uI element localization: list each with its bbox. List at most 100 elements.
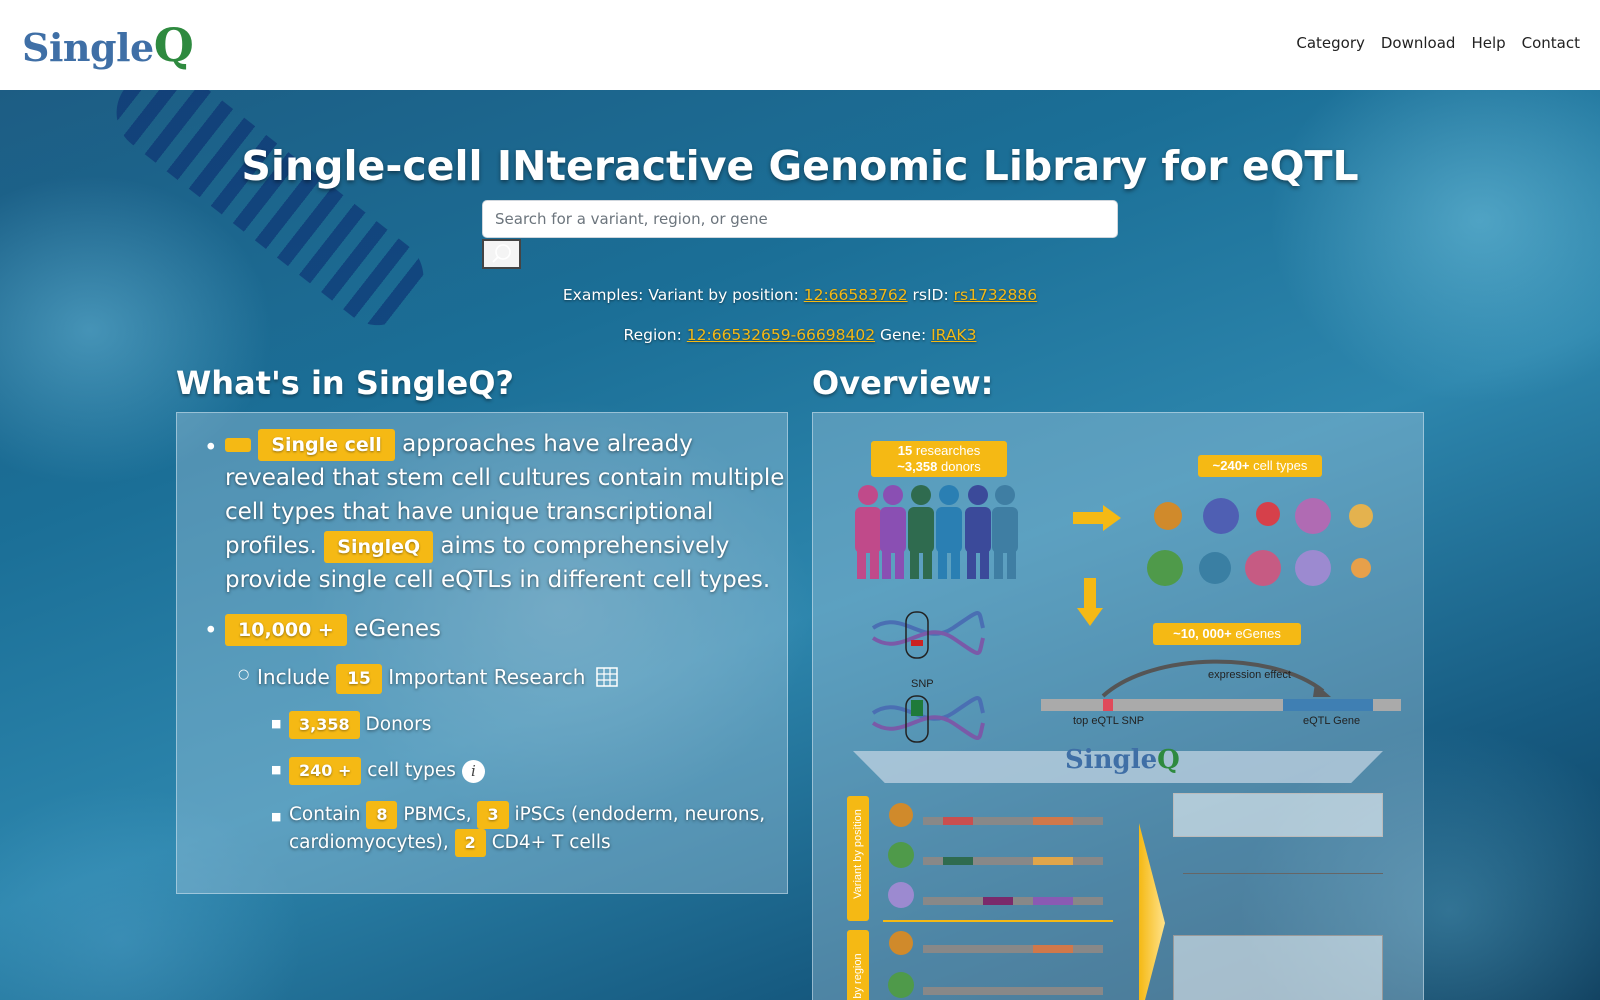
table-icon[interactable] (596, 667, 618, 687)
egenes-badge: 10,000 + (225, 614, 347, 646)
contain-item: Contain 8 PBMCs, 3 iPSCs (endoderm, neur… (289, 801, 769, 857)
donors-badge: 3,358 (289, 711, 360, 739)
gene-track-thumbnail (1183, 873, 1383, 913)
include-label: Important Research (388, 665, 586, 689)
celltypes-text: cell types (1253, 458, 1308, 473)
title-rest-4: ibrary for (1008, 142, 1242, 190)
title-bold-1: S (241, 142, 271, 190)
donors-item: 3,358 Donors (289, 711, 431, 739)
egenes-item: 10,000 + eGenes (225, 612, 441, 646)
search-input[interactable] (482, 200, 1118, 238)
example-variant-link[interactable]: 12:66583762 (804, 286, 908, 304)
overview-diagram: 15 researches ~3,358 donors ~240+ cell t… (812, 412, 1424, 1000)
snp-label: SNP (911, 678, 934, 690)
egenes-label: eGenes (354, 616, 442, 642)
locus-plot-thumbnail (1173, 935, 1383, 1000)
singleq-badge: SingleQ (324, 531, 434, 563)
sub-bullet-square: ■ (271, 763, 282, 776)
title-bold-5: eQ (1241, 142, 1305, 190)
arrow-down-icon (1077, 578, 1103, 626)
logo[interactable]: SingleQ (22, 18, 194, 72)
example-gene-link[interactable]: IRAK3 (931, 326, 976, 344)
gene-label: Gene: (880, 326, 927, 344)
celltypes-item: 240 + cell types i (289, 757, 485, 785)
position-side-label: Variant by position (852, 809, 864, 899)
researchers-donors-label: 15 researches ~3,358 donors (871, 441, 1007, 477)
examples-line-variant: Examples: Variant by position: 12:665837… (0, 286, 1600, 304)
title-rest-2: teractive (546, 142, 769, 190)
pbmc-count-badge: 8 (366, 801, 398, 829)
cell-types-icon (1147, 498, 1373, 586)
nav-contact-link[interactable]: Contact (1522, 34, 1580, 52)
example-region-link[interactable]: 12:66532659-66698402 (687, 326, 875, 344)
result-wedge (1139, 823, 1165, 1000)
page-title: Single-cell INteractive Genomic Library … (0, 142, 1600, 190)
celltypes-count: ~240+ (1212, 458, 1250, 473)
title-bold-4: L (982, 142, 1009, 190)
expression-effect-label: expression effect (1208, 669, 1291, 681)
bullet-dot: • (204, 435, 218, 461)
banner-logo: SingleQ (1065, 745, 1180, 775)
banner-logo-q: Q (1157, 745, 1180, 775)
search-button[interactable] (482, 239, 521, 269)
donors-label: Donors (365, 714, 432, 735)
search-icon (491, 244, 511, 263)
examples-prefix: Examples: Variant by position: (562, 286, 799, 304)
egenes-text: eGenes (1235, 626, 1281, 641)
donors-people-icon (855, 485, 1018, 579)
donors-text: donors (941, 459, 981, 474)
nav-download-link[interactable]: Download (1381, 34, 1456, 52)
egenes-label: ~10, 000+ eGenes (1153, 623, 1301, 645)
whats-in-heading: What's in SingleQ? (176, 364, 514, 402)
region-side-tab: by region (847, 930, 869, 1000)
include-item: Include 15 Important Research (257, 662, 618, 694)
manhattan-plot-thumbnail (1173, 793, 1383, 837)
title-rest-1: ingle-cell (270, 142, 497, 190)
title-rest-5: TL (1304, 142, 1359, 190)
egenes-count: ~10, 000+ (1173, 626, 1232, 641)
nav-help-link[interactable]: Help (1471, 34, 1505, 52)
example-rsid-link[interactable]: rs1732886 (954, 286, 1037, 304)
position-side-tab: Variant by position (847, 796, 869, 921)
small-empty-badge (225, 437, 251, 452)
researchers-text: researches (915, 443, 981, 458)
cd4-count-badge: 2 (454, 829, 486, 857)
research-count-badge: 15 (336, 664, 382, 694)
donors-count: ~3,358 (897, 459, 938, 474)
region-label: Region: (623, 326, 682, 344)
logo-q: Q (153, 18, 194, 72)
arrow-right-icon (1073, 505, 1121, 531)
sub-bullet-circle: ○ (238, 667, 250, 682)
logo-text: Single (22, 25, 154, 70)
researchers-count: 15 (897, 443, 913, 458)
bullet-dot: • (204, 618, 218, 644)
contain-prefix: Contain (289, 804, 361, 825)
eqtl-gene-segment (1283, 699, 1373, 711)
nav-category-link[interactable]: Category (1296, 34, 1365, 52)
cd4-label: CD4+ T cells (491, 832, 611, 853)
variant-tracks-illustration (883, 803, 1113, 998)
celltypes-label: cell types (367, 760, 456, 781)
top-snp-segment (1103, 699, 1113, 711)
ipsc-count-badge: 3 (477, 801, 509, 829)
sub-bullet-square: ■ (271, 717, 282, 730)
banner-logo-text: Single (1065, 745, 1158, 775)
intro-paragraph: Single cell approaches have already reve… (225, 427, 785, 597)
info-icon[interactable]: i (461, 759, 485, 783)
overview-heading: Overview: (812, 364, 994, 402)
top-snp-label: top eQTL SNP (1073, 715, 1145, 727)
title-bold-3: G (768, 142, 803, 190)
examples-line-region: Region: 12:66532659-66698402 Gene: IRAK3 (0, 326, 1600, 344)
title-bold-2: IN (496, 142, 547, 190)
region-side-label: by region (852, 953, 864, 999)
celltypes-label: ~240+ cell types (1198, 455, 1322, 477)
celltypes-badge: 240 + (289, 757, 362, 785)
main-nav: Category Download Help Contact (1296, 34, 1580, 52)
top-navbar: SingleQ Category Download Help Contact (0, 0, 1600, 90)
pbmc-label: PBMCs, (403, 804, 472, 825)
single-cell-badge: Single cell (258, 429, 395, 461)
include-prefix: Include (257, 665, 330, 689)
sub-bullet-square: ■ (271, 810, 282, 823)
title-rest-3: enomic (802, 142, 983, 190)
eqtl-gene-label: eQTL Gene (1303, 715, 1361, 727)
